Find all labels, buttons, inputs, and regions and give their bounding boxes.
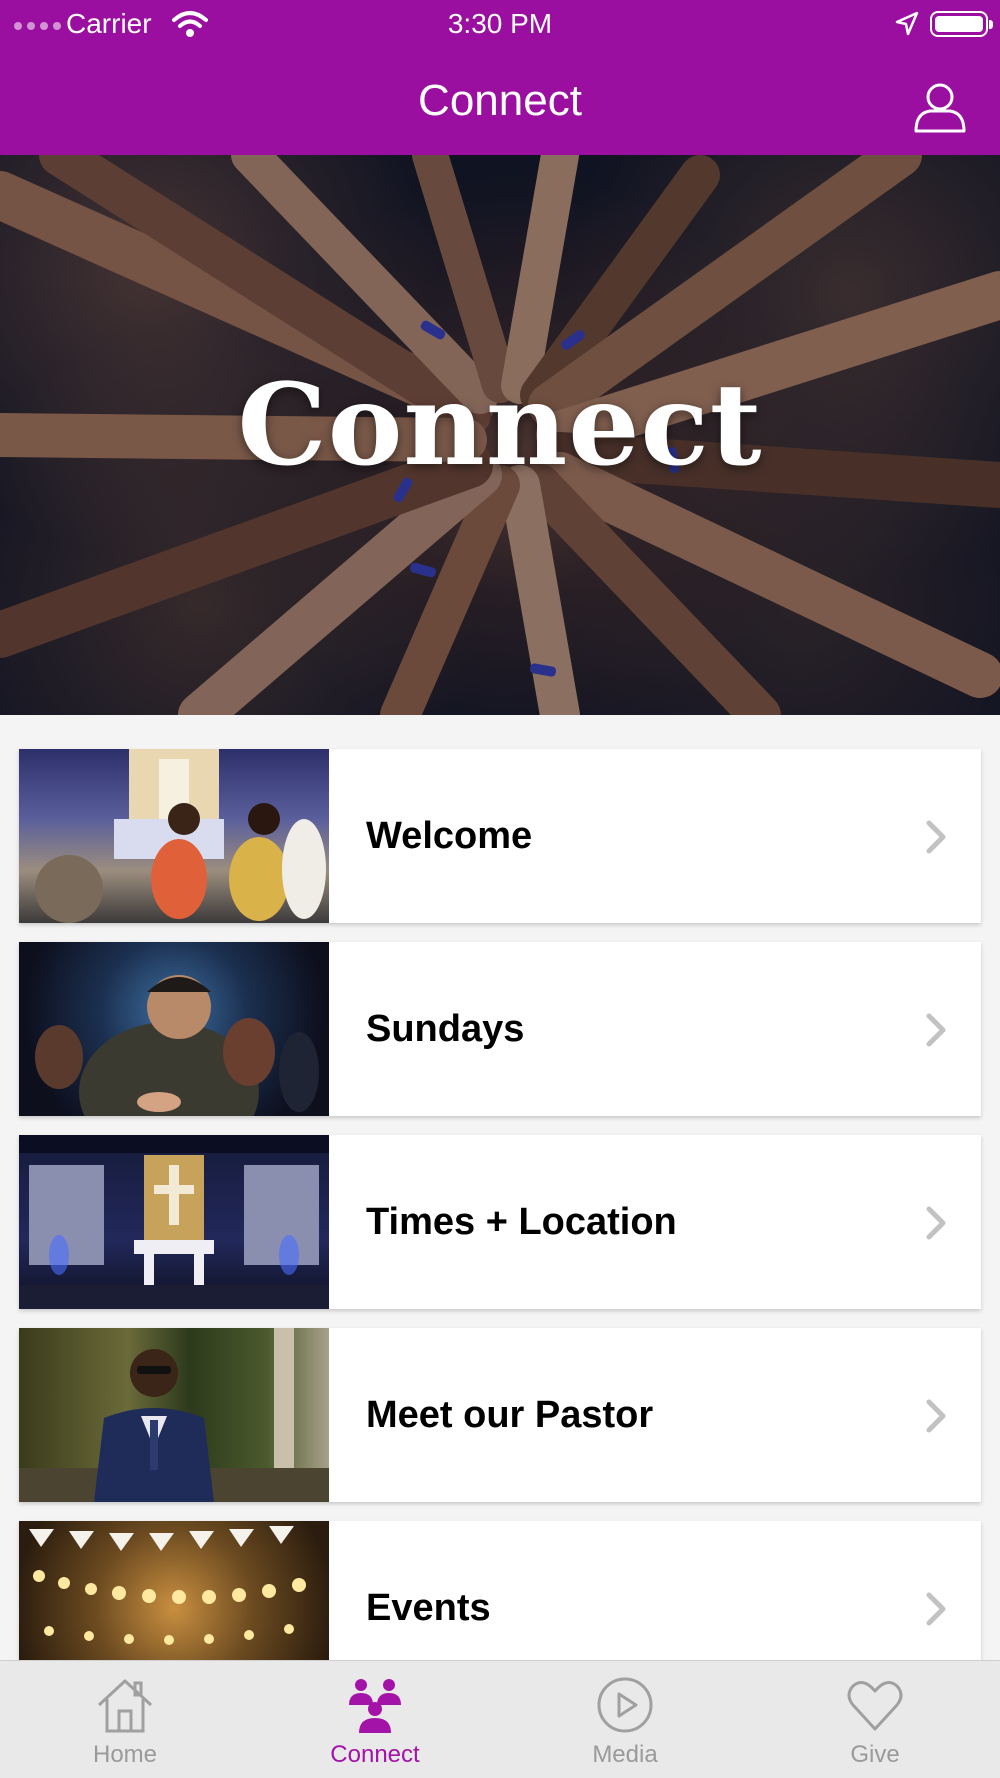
list-item-welcome[interactable]: Welcome (19, 749, 981, 923)
chevron-right-icon (926, 1206, 946, 1240)
chevron-right-icon (926, 820, 946, 854)
location-arrow-icon (895, 11, 919, 36)
play-circle-icon (597, 1677, 653, 1733)
chevron-right-icon (926, 1013, 946, 1047)
list-item-label: Times + Location (366, 1201, 677, 1243)
home-icon (97, 1679, 153, 1733)
tab-bar: Home Connect Media Give (0, 1660, 1000, 1778)
list-item-label: Meet our Pastor (366, 1394, 654, 1436)
list-item-meet-pastor[interactable]: Meet our Pastor (19, 1328, 981, 1502)
tab-give[interactable]: Give (750, 1661, 1000, 1778)
page-title: Connect (418, 76, 582, 125)
list-item-sundays[interactable]: Sundays (19, 942, 981, 1116)
hero-banner: Connect (0, 155, 1000, 715)
times-location-thumbnail (19, 1135, 329, 1309)
tab-label: Home (92, 1741, 158, 1768)
sundays-thumbnail (19, 942, 329, 1116)
status-time: 3:30 PM (447, 8, 553, 39)
tab-label: Connect (330, 1741, 420, 1768)
chevron-right-icon (926, 1399, 946, 1433)
tab-label: Media (592, 1741, 658, 1768)
user-profile-icon[interactable] (912, 78, 968, 134)
list-item-label: Sundays (366, 1008, 525, 1050)
list-item-label: Welcome (366, 815, 533, 857)
tab-media[interactable]: Media (500, 1661, 750, 1778)
hero-title: Connect (237, 360, 763, 491)
people-group-icon (349, 1679, 401, 1733)
chevron-right-icon (926, 1592, 946, 1626)
tab-home[interactable]: Home (0, 1661, 250, 1778)
battery-icon (930, 11, 993, 37)
tab-label: Give (850, 1741, 900, 1768)
pastor-thumbnail (19, 1328, 329, 1502)
heart-icon (847, 1680, 903, 1731)
top-bar: Carrier 3:30 PM Connect (0, 0, 1000, 155)
connect-menu-list: Welcome Sundays Times + Location Meet ou… (19, 749, 981, 1714)
list-item-times-location[interactable]: Times + Location (19, 1135, 981, 1309)
welcome-thumbnail (19, 749, 329, 923)
status-bar: Carrier 3:30 PM (0, 0, 1000, 50)
tab-connect[interactable]: Connect (250, 1661, 500, 1778)
